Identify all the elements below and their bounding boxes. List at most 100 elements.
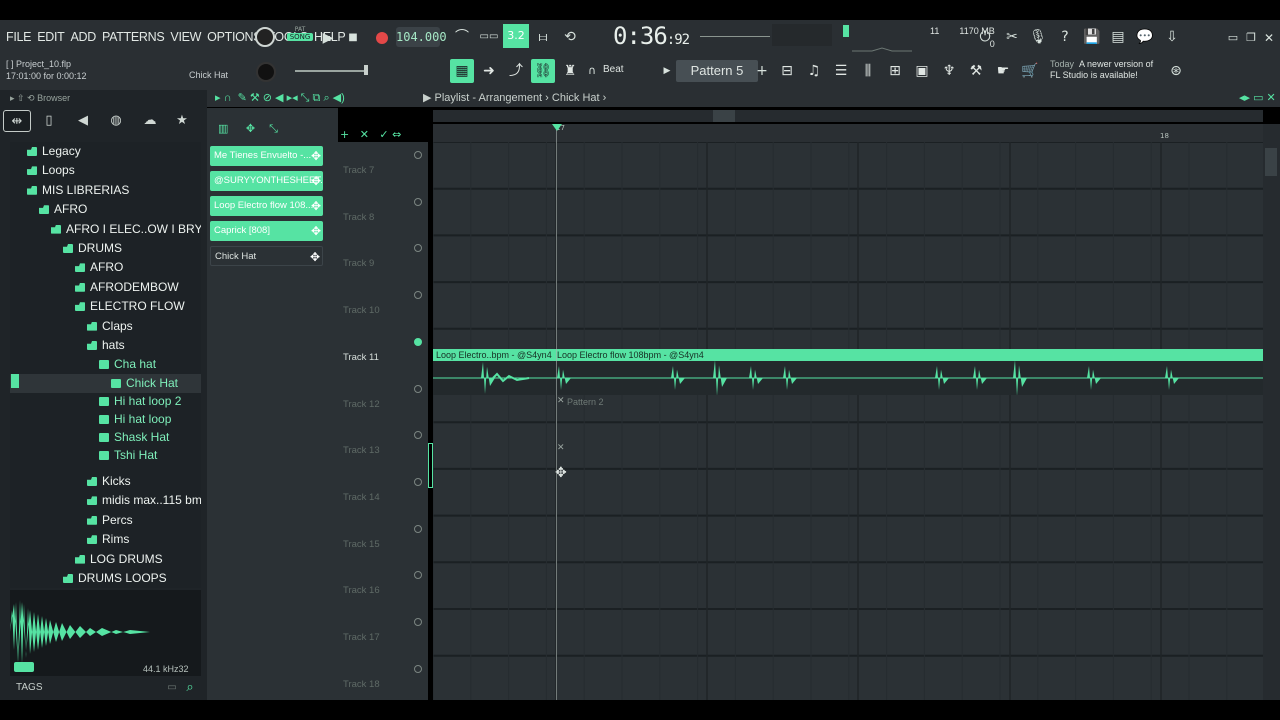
restore-icon[interactable]: ❐: [1244, 28, 1258, 48]
track-toolbar[interactable]: + ✕ ✓ ⇔: [340, 128, 401, 141]
track-mute-icon[interactable]: [414, 151, 422, 159]
tree-item[interactable]: Hi hat loop: [10, 410, 201, 429]
export-icon[interactable]: ⇩: [1162, 27, 1182, 47]
browser-icon[interactable]: ⊞: [883, 59, 907, 83]
track-mute-icon[interactable]: [414, 477, 422, 486]
track-mute-icon[interactable]: [414, 618, 422, 626]
online-icon[interactable]: ⏻: [975, 27, 995, 47]
pat-song-toggle[interactable]: PAT SONG: [287, 26, 313, 48]
vscroll-thumb[interactable]: [1265, 148, 1277, 176]
playlist-view-icon[interactable]: ⊟: [775, 59, 799, 83]
track-mute-icon[interactable]: [414, 384, 422, 393]
menu-add[interactable]: ADD: [70, 30, 96, 44]
tab-favorites-icon[interactable]: ★: [168, 110, 196, 132]
playlist-button[interactable]: ▦: [450, 59, 474, 83]
pattern-close-icon[interactable]: ✕: [557, 396, 565, 406]
draw-icon[interactable]: ⤴: [504, 59, 528, 83]
playlist-tools[interactable]: ▸ ∩ ✎ ⚒ ⊘ ◀ ▸◂ ⤡ ⧉ ⌕ ◀): [215, 89, 345, 107]
track-mute-icon[interactable]: [414, 244, 422, 253]
tab-files-icon[interactable]: ▯: [35, 110, 63, 132]
record-icon[interactable]: [376, 32, 388, 44]
pattern-close-icon-2[interactable]: ✕: [557, 443, 565, 453]
touch-icon[interactable]: ☛: [991, 59, 1015, 83]
loop-record-icon[interactable]: ⟲: [560, 27, 580, 47]
snap-select[interactable]: Beat: [603, 64, 624, 75]
tree-item[interactable]: Claps: [10, 317, 201, 336]
globe-icon[interactable]: ⊛: [1166, 61, 1186, 81]
audio-clip-header[interactable]: Loop Electro..bpm - @S4yn4 Loop Electro f…: [433, 349, 1263, 361]
playhead-marker[interactable]: [552, 124, 562, 131]
tree-item[interactable]: Cha hat: [10, 355, 201, 374]
pattern-selector[interactable]: Pattern 5: [676, 60, 758, 82]
track-label[interactable]: Track 11: [343, 352, 379, 363]
tree-item[interactable]: Shask Hat: [10, 428, 201, 447]
track-label[interactable]: Track 7: [343, 165, 374, 176]
timeline-ruler[interactable]: 17 18: [433, 124, 1263, 142]
metronome-icon[interactable]: ⌒: [452, 27, 472, 47]
stop-icon[interactable]: ■: [345, 28, 361, 48]
add-pattern-icon[interactable]: +: [756, 61, 768, 81]
track-mute-icon[interactable]: [414, 337, 422, 346]
magnet-icon[interactable]: ∩: [585, 61, 599, 81]
picker-clip[interactable]: Loop Electro flow 108... ✥: [210, 196, 323, 216]
pattern-prev-icon[interactable]: ▶: [661, 61, 673, 81]
tree-item[interactable]: DRUMS: [10, 239, 201, 258]
tree-item[interactable]: midis max..115 bmp: [10, 491, 201, 510]
clipboard-icon[interactable]: ▣: [910, 59, 934, 83]
menu-options[interactable]: OPTIONS: [207, 30, 261, 44]
news-panel[interactable]: Today A newer version of FL Studio is av…: [1050, 59, 1153, 81]
help-icon[interactable]: ?: [1055, 27, 1075, 47]
master-pitch-knob[interactable]: [256, 62, 276, 82]
master-volume-knob[interactable]: [255, 27, 275, 47]
tree-item[interactable]: Loops: [10, 161, 201, 180]
tree-item[interactable]: DRUMS LOOPS: [10, 569, 201, 588]
tree-item[interactable]: AFRO: [10, 258, 201, 277]
track-label[interactable]: Track 16: [343, 585, 380, 596]
picker-toolbar[interactable]: ▥ ✥ ⤡: [218, 122, 278, 136]
drag-icon[interactable]: ✥: [311, 221, 321, 241]
arrow-icon[interactable]: ➜: [477, 59, 501, 83]
wait-input-icon[interactable]: ▭▭: [478, 27, 500, 47]
tree-item[interactable]: Chick Hat: [10, 373, 201, 393]
step-edit-button[interactable]: 3.2: [503, 24, 529, 48]
save-icon[interactable]: 💾: [1082, 27, 1102, 47]
menu-view[interactable]: VIEW: [170, 30, 201, 44]
picker-clip[interactable]: Caprick [808] ✥: [210, 221, 323, 241]
track-mute-icon[interactable]: [414, 291, 422, 300]
track-label[interactable]: Track 12: [343, 399, 380, 410]
track-mute-icon[interactable]: [414, 664, 422, 673]
preview-play-button[interactable]: [14, 662, 34, 672]
piano-roll-icon[interactable]: ♫: [802, 59, 826, 83]
track-label[interactable]: Track 18: [343, 679, 380, 690]
tree-item[interactable]: AFRO: [10, 200, 201, 219]
track-mute-icon[interactable]: [414, 197, 422, 206]
drag-icon[interactable]: ✥: [311, 196, 321, 216]
tree-item[interactable]: ELECTRO FLOW: [10, 297, 201, 316]
stamp-icon[interactable]: ♜: [558, 59, 582, 83]
drag-icon[interactable]: ✥: [310, 247, 320, 265]
folder-icon[interactable]: ▭: [165, 678, 179, 698]
picker-clip[interactable]: Chick Hat ✥: [210, 246, 323, 266]
picker-clip[interactable]: Me Tienes Envuelto -... ✥: [210, 146, 323, 166]
tree-item[interactable]: Legacy: [10, 142, 201, 161]
blend-notes-icon[interactable]: ⧦: [533, 27, 553, 47]
drag-icon[interactable]: ✥: [311, 146, 321, 166]
track-mute-icon[interactable]: [414, 524, 422, 533]
tree-item[interactable]: Kicks: [10, 472, 201, 491]
menu-patterns[interactable]: PATTERNS: [102, 30, 165, 44]
render-icon[interactable]: ▤: [1108, 27, 1128, 47]
play-icon[interactable]: ▶: [320, 28, 336, 48]
track-label[interactable]: Track 9: [343, 258, 374, 269]
master-slider[interactable]: [295, 70, 365, 72]
microphone-icon[interactable]: 🎙: [1028, 27, 1048, 47]
tree-item[interactable]: AFRODEMBOW: [10, 278, 201, 297]
plugin-icon[interactable]: ♆: [937, 59, 961, 83]
tempo-display[interactable]: 104.000: [396, 27, 447, 47]
tab-cloud-icon[interactable]: ☁: [136, 110, 164, 132]
horizontal-scrollbar[interactable]: [433, 110, 1263, 122]
chat-icon[interactable]: 💬: [1135, 27, 1155, 47]
scroll-thumb[interactable]: [713, 110, 735, 122]
track-label[interactable]: Track 8: [343, 212, 374, 223]
track-label[interactable]: Track 15: [343, 539, 380, 550]
tree-item[interactable]: Percs: [10, 511, 201, 530]
